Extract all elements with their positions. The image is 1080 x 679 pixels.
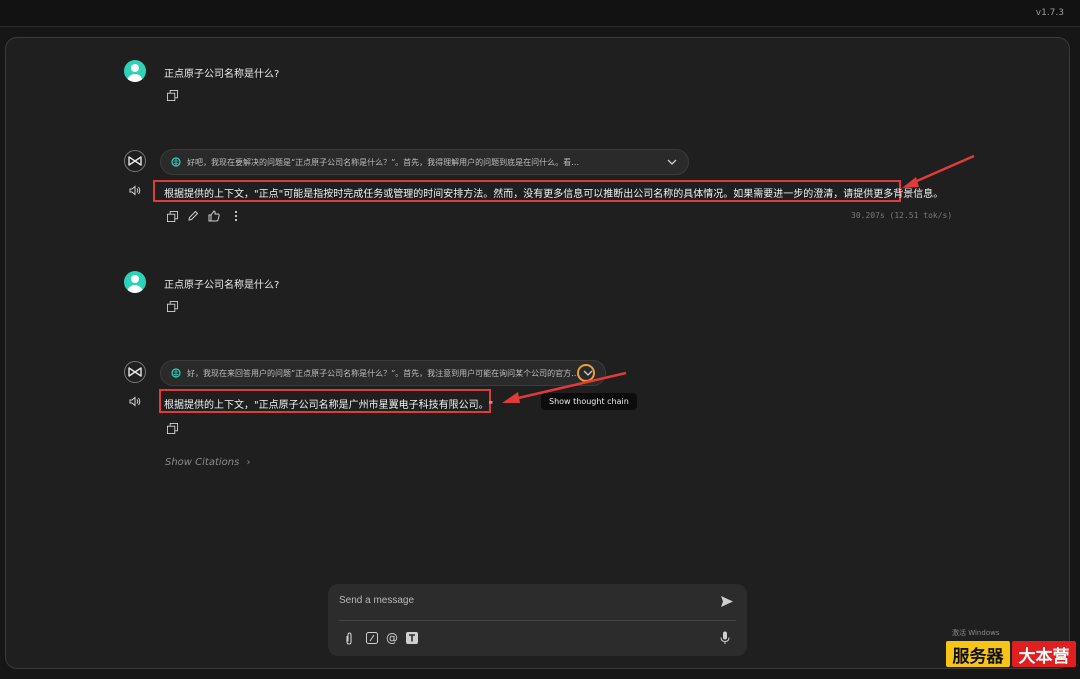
thumbs-up-icon[interactable] (207, 209, 221, 223)
show-citations-label: Show Citations (165, 457, 240, 468)
composer-divider (339, 620, 736, 621)
chevron-right-icon: › (246, 457, 251, 468)
user-message-text: 正点原子公司名称是什么? (164, 280, 280, 291)
assistant-answer: 根据提供的上下文，"正点原子公司名称是广州市星翼电子科技有限公司。" (164, 400, 494, 411)
chevron-down-icon[interactable] (666, 156, 678, 168)
edit-pencil-icon[interactable] (186, 209, 200, 223)
assistant-answer: 根据提供的上下文，"正点"可能是指按时完成任务或管理的时间安排方法。然而，没有更… (164, 189, 944, 200)
brain-icon (171, 368, 181, 378)
show-citations-link[interactable]: Show Citations › (165, 457, 251, 468)
activate-windows-watermark: 激活 Windows (952, 629, 1000, 637)
copy-icon[interactable] (165, 421, 179, 435)
thought-chain-bar[interactable]: 好吧，我现在要解决的问题是“正点原子公司名称是什么？”。首先，我得理解用户的问题… (160, 149, 689, 175)
brain-icon (171, 157, 181, 167)
assistant-avatar (124, 150, 146, 172)
message-input[interactable] (339, 592, 709, 608)
generation-timing: 30.207s (12.51 tok/s) (851, 211, 953, 220)
attach-paperclip-icon[interactable] (342, 631, 356, 645)
model-logo-icon (128, 156, 142, 166)
copy-icon[interactable] (165, 88, 179, 102)
text-format-icon[interactable] (405, 631, 419, 645)
brand-logo-right: 大本营 (1012, 641, 1076, 667)
annotation-arrow (502, 371, 627, 403)
speaker-icon[interactable] (128, 394, 142, 408)
model-logo-icon (128, 367, 142, 377)
copy-icon[interactable] (165, 209, 179, 223)
speaker-icon[interactable] (128, 183, 142, 197)
microphone-icon[interactable] (718, 631, 732, 645)
message-composer: @ (328, 584, 747, 656)
brand-logo-left: 服务器 (946, 641, 1010, 667)
user-message-text: 正点原子公司名称是什么? (164, 69, 280, 80)
more-options-icon[interactable] (229, 209, 243, 223)
assistant-avatar (124, 361, 146, 383)
user-avatar (124, 271, 146, 293)
app-version: v1.7.3 (1035, 8, 1064, 18)
slash-command-icon[interactable] (365, 631, 379, 645)
annotation-arrow (902, 154, 975, 188)
copy-icon[interactable] (165, 299, 179, 313)
chat-panel (5, 37, 1070, 669)
user-avatar (124, 60, 146, 82)
top-bar: v1.7.3 (0, 0, 1080, 27)
mention-at-icon[interactable]: @ (385, 631, 399, 645)
thought-preview: 好吧，我现在要解决的问题是“正点原子公司名称是什么？”。首先，我得理解用户的问题… (187, 157, 580, 167)
send-icon[interactable] (718, 593, 736, 609)
